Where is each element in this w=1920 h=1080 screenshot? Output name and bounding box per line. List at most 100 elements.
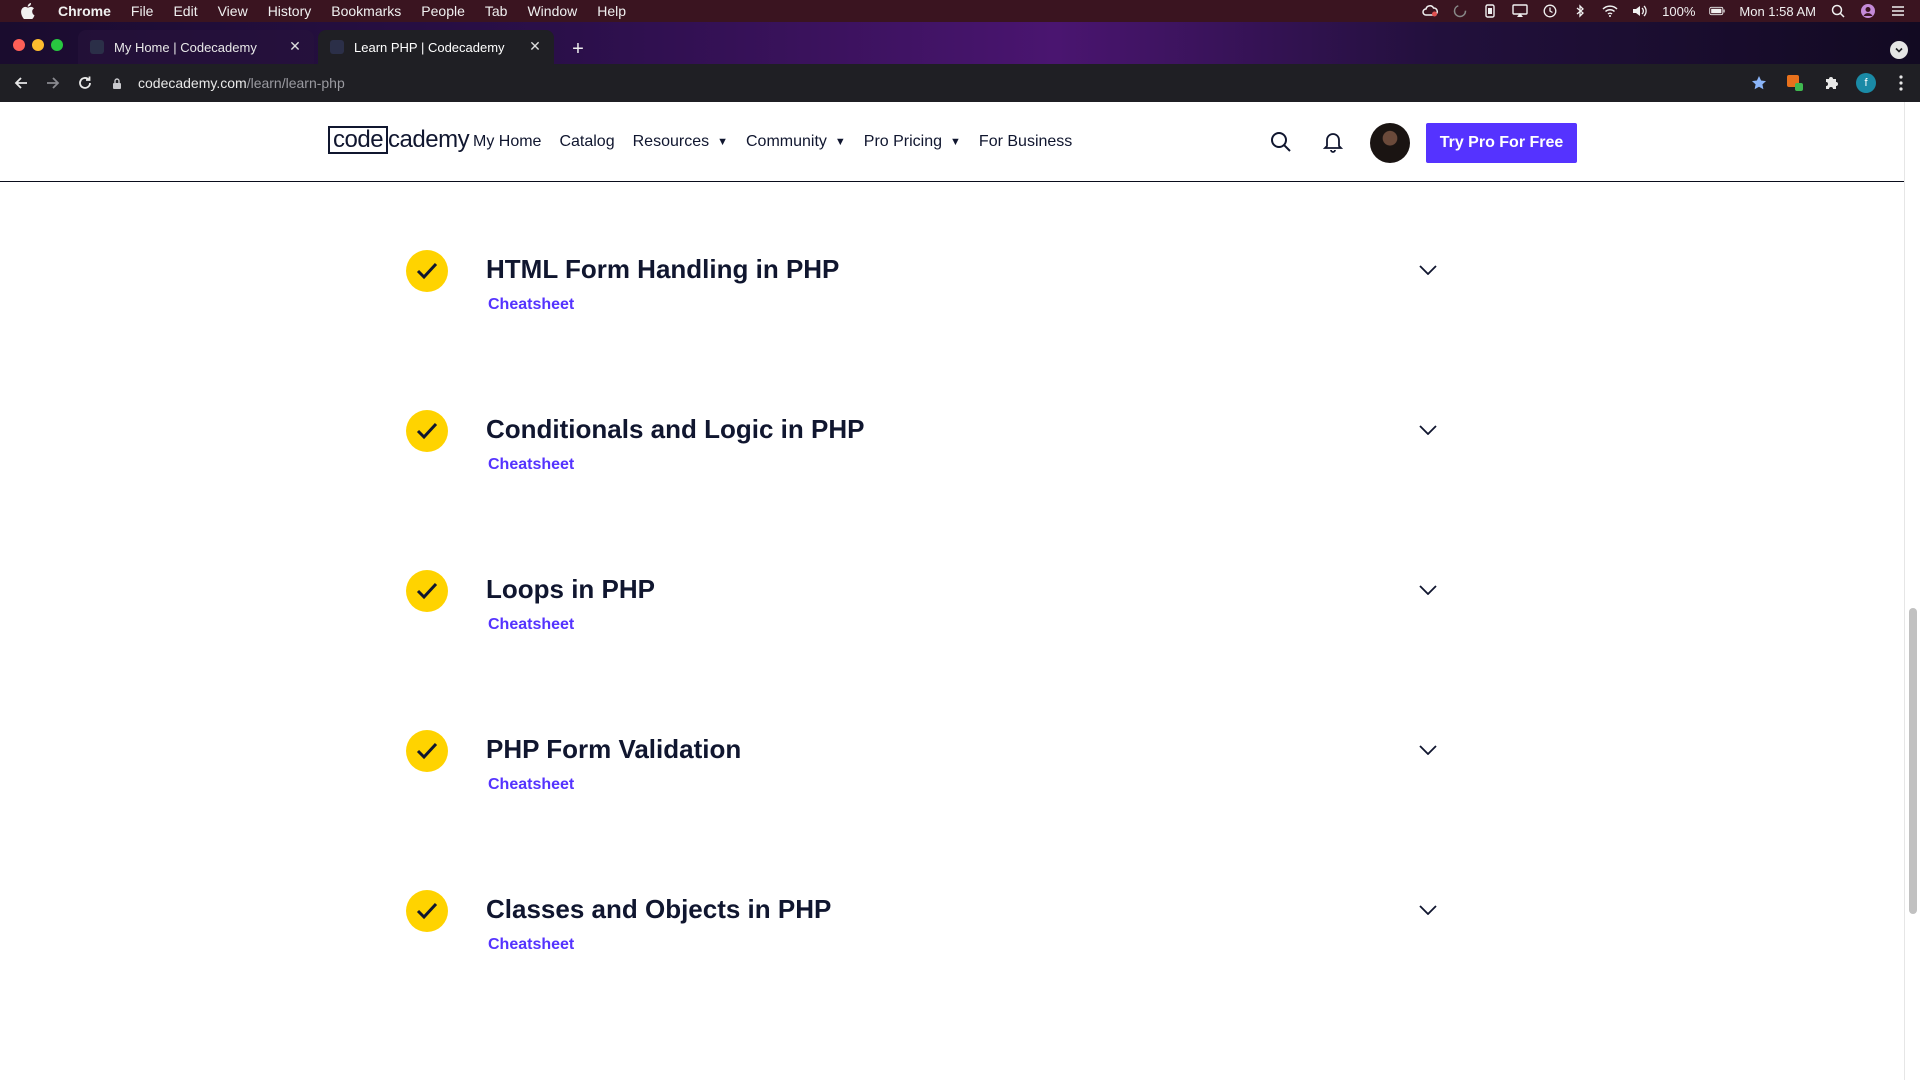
completed-check-icon bbox=[406, 890, 448, 932]
completed-check-icon bbox=[406, 410, 448, 452]
menu-bookmarks[interactable]: Bookmarks bbox=[331, 3, 401, 19]
module-item: PHP Form Validation Cheatsheet bbox=[406, 730, 1441, 830]
menu-help[interactable]: Help bbox=[597, 3, 626, 19]
module-item: Conditionals and Logic in PHP Cheatsheet bbox=[406, 410, 1441, 510]
chevron-down-icon[interactable] bbox=[1418, 900, 1438, 920]
tab-close-icon[interactable]: ✕ bbox=[286, 37, 304, 55]
completed-check-icon bbox=[406, 730, 448, 772]
module-item: HTML Form Handling in PHP Cheatsheet bbox=[406, 250, 1441, 350]
site-nav: My Home Catalog Resources ▼ Community ▼ … bbox=[473, 102, 1072, 182]
profile-avatar[interactable]: f bbox=[1856, 73, 1876, 93]
nav-pro-pricing-label: Pro Pricing bbox=[863, 133, 943, 150]
module-item: Classes and Objects in PHP Cheatsheet bbox=[406, 890, 1441, 990]
sync-spinner-icon[interactable] bbox=[1452, 3, 1468, 19]
memory-chip-icon[interactable] bbox=[1482, 3, 1498, 19]
chevron-down-icon[interactable] bbox=[1418, 260, 1438, 280]
completed-check-icon bbox=[406, 250, 448, 292]
codecademy-favicon-icon bbox=[90, 40, 104, 54]
logo-boxed-text: code bbox=[328, 126, 389, 154]
kebab-menu-icon[interactable] bbox=[1890, 72, 1912, 94]
window-close-button[interactable] bbox=[13, 39, 25, 51]
scrollbar-thumb[interactable] bbox=[1909, 608, 1917, 914]
nav-community[interactable]: Community ▼ bbox=[746, 133, 846, 151]
back-arrow-icon[interactable] bbox=[11, 73, 31, 93]
module-title[interactable]: Loops in PHP bbox=[486, 574, 655, 605]
url-path: /learn/learn-php bbox=[246, 75, 345, 91]
chevron-down-icon[interactable] bbox=[1418, 580, 1438, 600]
apple-icon[interactable] bbox=[20, 3, 36, 19]
browser-toolbar: codecademy.com/learn/learn-php f bbox=[0, 64, 1920, 102]
menu-people[interactable]: People bbox=[421, 3, 465, 19]
module-title[interactable]: PHP Form Validation bbox=[486, 734, 741, 765]
nav-pro-pricing[interactable]: Pro Pricing ▼ bbox=[864, 133, 961, 151]
caret-down-icon: ▼ bbox=[834, 136, 846, 148]
search-icon[interactable] bbox=[1269, 130, 1293, 154]
volume-icon[interactable] bbox=[1632, 3, 1648, 19]
module-title[interactable]: HTML Form Handling in PHP bbox=[486, 254, 839, 285]
menu-tab[interactable]: Tab bbox=[485, 3, 508, 19]
menubar-clock[interactable]: Mon 1:58 AM bbox=[1739, 4, 1816, 19]
address-bar[interactable]: codecademy.com/learn/learn-php bbox=[112, 71, 1752, 95]
menu-edit[interactable]: Edit bbox=[173, 3, 197, 19]
nav-resources-label: Resources bbox=[632, 133, 710, 150]
reload-icon[interactable] bbox=[75, 73, 95, 93]
spotlight-search-icon[interactable] bbox=[1830, 3, 1846, 19]
site-header: code cademy My Home Catalog Resources ▼ C… bbox=[0, 102, 1904, 182]
creative-cloud-icon[interactable] bbox=[1422, 3, 1439, 19]
url-host: codecademy.com bbox=[138, 75, 247, 91]
codecademy-logo[interactable]: code cademy bbox=[328, 125, 470, 155]
browser-tab-learn-php[interactable]: Learn PHP | Codecademy ✕ bbox=[318, 30, 554, 64]
menu-window[interactable]: Window bbox=[527, 3, 577, 19]
cheatsheet-link[interactable]: Cheatsheet bbox=[488, 296, 574, 314]
caret-down-icon: ▼ bbox=[717, 136, 728, 148]
cheatsheet-link[interactable]: Cheatsheet bbox=[488, 456, 574, 474]
menu-app-name[interactable]: Chrome bbox=[58, 3, 111, 19]
cheatsheet-link[interactable]: Cheatsheet bbox=[488, 616, 574, 634]
module-title[interactable]: Conditionals and Logic in PHP bbox=[486, 414, 864, 445]
notification-bell-icon[interactable] bbox=[1321, 130, 1345, 154]
module-title[interactable]: Classes and Objects in PHP bbox=[486, 894, 831, 925]
airplay-icon[interactable] bbox=[1512, 3, 1528, 19]
wifi-icon[interactable] bbox=[1602, 3, 1618, 19]
chevron-down-icon[interactable] bbox=[1418, 740, 1438, 760]
cheatsheet-link[interactable]: Cheatsheet bbox=[488, 776, 574, 794]
window-minimize-button[interactable] bbox=[32, 39, 44, 51]
nav-my-home[interactable]: My Home bbox=[473, 133, 541, 151]
browser-tab-my-home[interactable]: My Home | Codecademy ✕ bbox=[78, 30, 314, 64]
codecademy-favicon-icon bbox=[330, 40, 344, 54]
battery-percent: 100% bbox=[1662, 3, 1696, 19]
control-center-icon[interactable] bbox=[1890, 3, 1906, 19]
nav-catalog[interactable]: Catalog bbox=[559, 133, 614, 151]
caret-down-icon: ▼ bbox=[950, 136, 961, 148]
tab-title: My Home | Codecademy bbox=[114, 39, 257, 55]
nav-for-business[interactable]: For Business bbox=[979, 133, 1072, 151]
completed-check-icon bbox=[406, 570, 448, 612]
forward-arrow-icon[interactable] bbox=[43, 73, 63, 93]
tab-close-icon[interactable]: ✕ bbox=[526, 37, 544, 55]
window-zoom-button[interactable] bbox=[51, 39, 63, 51]
menu-file[interactable]: File bbox=[131, 3, 154, 19]
menu-view[interactable]: View bbox=[218, 3, 248, 19]
battery-icon[interactable] bbox=[1709, 3, 1726, 19]
cheatsheet-link[interactable]: Cheatsheet bbox=[488, 936, 574, 954]
menu-history[interactable]: History bbox=[268, 3, 312, 19]
extensions-puzzle-icon[interactable] bbox=[1820, 72, 1842, 94]
try-pro-button[interactable]: Try Pro For Free bbox=[1426, 123, 1577, 163]
user-avatar[interactable] bbox=[1370, 123, 1410, 163]
extension-badge-icon[interactable] bbox=[1784, 72, 1806, 94]
tab-title: Learn PHP | Codecademy bbox=[354, 39, 505, 55]
bookmark-star-icon[interactable] bbox=[1748, 72, 1770, 94]
new-tab-button[interactable]: + bbox=[566, 37, 590, 61]
page-scrollbar[interactable] bbox=[1904, 102, 1920, 1080]
bluetooth-icon[interactable] bbox=[1572, 3, 1588, 19]
user-account-icon[interactable] bbox=[1860, 3, 1876, 19]
browser-tab-strip: My Home | Codecademy ✕ Learn PHP | Codec… bbox=[0, 22, 1920, 64]
nav-community-label: Community bbox=[745, 133, 827, 150]
lock-icon[interactable] bbox=[112, 76, 124, 90]
nav-resources[interactable]: Resources ▼ bbox=[633, 133, 728, 151]
tab-search-icon[interactable] bbox=[1890, 41, 1908, 59]
chevron-down-icon[interactable] bbox=[1418, 420, 1438, 440]
os-menubar: Chrome File Edit View History Bookmarks … bbox=[0, 0, 1920, 22]
logo-rest-text: cademy bbox=[388, 126, 470, 153]
time-machine-icon[interactable] bbox=[1542, 3, 1558, 19]
